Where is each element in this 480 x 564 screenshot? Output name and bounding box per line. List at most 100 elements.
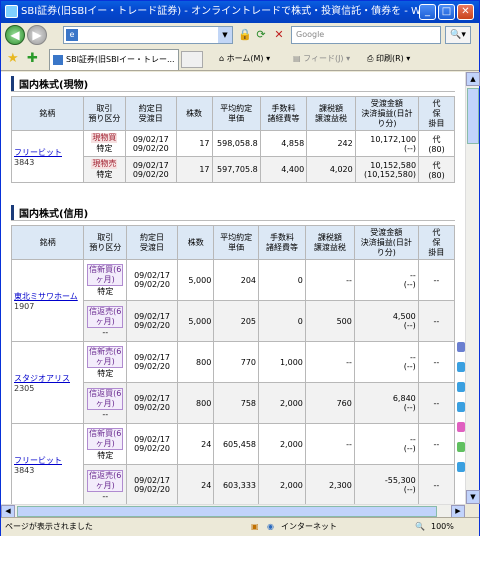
- search-input[interactable]: Google: [291, 26, 441, 44]
- account-type: 特定: [97, 286, 114, 296]
- avg-price: 603,333: [213, 464, 260, 504]
- column-header: 銘柄: [11, 96, 84, 131]
- trade-badge: 信新買(6 ヶ月): [87, 263, 124, 286]
- fee: 4,400: [259, 156, 308, 183]
- side-tab[interactable]: [457, 442, 465, 452]
- column-header: 代保掛目: [418, 96, 455, 131]
- feed-button[interactable]: ▤ フィード(J) ▾: [293, 51, 350, 67]
- stock-link[interactable]: フリービット: [14, 456, 62, 465]
- side-tab[interactable]: [457, 462, 465, 472]
- avg-price: 597,705.8: [211, 156, 261, 183]
- home-label: ホーム(M): [226, 54, 264, 63]
- trade-type: 信返売(6 ヶ月) --: [83, 300, 127, 342]
- avg-price: 204: [213, 259, 260, 301]
- scroll-thumb[interactable]: [467, 88, 479, 144]
- header-text: 決済損益(日計り分): [360, 237, 412, 257]
- header-text: 預り区分: [89, 242, 122, 252]
- divider: [11, 91, 455, 92]
- date: 09/02/17: [134, 476, 171, 485]
- trade-dates: 09/02/17 09/02/20: [124, 156, 177, 183]
- date: 09/02/17: [132, 160, 169, 170]
- trade-dates: 09/02/17 09/02/20: [125, 259, 179, 301]
- header-text: 銘柄: [39, 108, 56, 118]
- print-button[interactable]: ⎙ 印刷(R) ▾: [367, 51, 410, 67]
- page-content: 国内株式(現物) 銘柄 取引 預り区分 約定日 受渡日 株数 平均約定 単価 手数料 諸経費等 課税…: [1, 72, 465, 504]
- close-button[interactable]: ✕: [457, 4, 474, 20]
- margin-rate: --: [417, 300, 456, 342]
- side-tab[interactable]: [457, 362, 465, 372]
- side-tab[interactable]: [457, 422, 465, 432]
- date: 09/02/17: [134, 353, 171, 362]
- stock-code: 1907: [14, 301, 35, 311]
- search-button[interactable]: 🔍▾: [445, 26, 471, 44]
- home-button[interactable]: ⌂ ホーム(M) ▾: [219, 51, 270, 67]
- amount: (--): [403, 362, 416, 371]
- minimize-button[interactable]: _: [419, 4, 436, 20]
- header-text: 平均約定: [220, 103, 253, 113]
- title-bar: SBI証券(旧SBIイー・トレード証券) - オンライントレードで株式・投資信託…: [1, 1, 479, 23]
- stock-link[interactable]: フリービット: [14, 148, 62, 157]
- print-icon: ⎙: [367, 54, 376, 63]
- amount: --: [409, 271, 416, 280]
- account-type: 特定: [97, 368, 114, 378]
- zoom-level[interactable]: 100%: [431, 518, 454, 536]
- account-type: --: [102, 491, 109, 501]
- favorites-star-icon[interactable]: ★: [7, 51, 19, 67]
- collateral: 代 (80): [418, 130, 455, 157]
- quantity: 5,000: [177, 300, 215, 342]
- column-header: 平均約定 単価: [211, 96, 261, 131]
- stock-link[interactable]: 東北ミサワホーム: [14, 292, 78, 301]
- collateral-text: 代: [432, 134, 441, 144]
- tab-active[interactable]: SBI証券(旧SBIイー・トレー...: [49, 49, 179, 70]
- header-text: 手数料: [269, 232, 294, 242]
- vertical-scrollbar[interactable]: ▲ ▼: [465, 72, 480, 504]
- trade-dates: 09/02/17 09/02/20: [125, 341, 179, 383]
- side-tab[interactable]: [457, 382, 465, 392]
- account-type: 特定: [96, 144, 113, 153]
- tax: --: [304, 259, 355, 301]
- browser-icon: [5, 5, 18, 18]
- site-favicon-icon: [53, 55, 63, 65]
- side-tab[interactable]: [457, 342, 465, 352]
- column-header: 取引 預り区分: [83, 225, 127, 260]
- trade-type: 信新買(6 ヶ月) 特定: [83, 423, 127, 465]
- maximize-button[interactable]: □: [438, 4, 455, 20]
- trade-type: 信新売(6 ヶ月) 特定: [83, 341, 127, 383]
- header-text: 銘柄: [39, 237, 56, 247]
- amount: 10,172,100: [370, 134, 417, 144]
- zoom-icon[interactable]: 🔍: [415, 518, 425, 536]
- column-header: 課税額 譲渡益税: [306, 96, 356, 131]
- hscroll-thumb[interactable]: [17, 506, 437, 517]
- header-text: 取引: [97, 232, 114, 242]
- table-header-row: 銘柄 取引 預り区分 約定日 受渡日 株数 平均約定 単価 手数料 諸経費等 課税額 譲渡益税 受渡金額…: [10, 225, 456, 260]
- genbutsu-table: 銘柄 取引 預り区分 約定日 受渡日 株数 平均約定 単価 手数料 諸経費等 課税額 譲渡益税 受渡金額…: [11, 96, 455, 183]
- table-row: フリービット 3843 信新買(6 ヶ月) 特定 09/02/17 09/02/20 24 60…: [10, 423, 456, 504]
- account-type: 特定: [96, 170, 113, 179]
- table-row: 東北ミサワホーム 1907 信新買(6 ヶ月) 特定 09/02/17 09/02/20 5,…: [10, 259, 456, 342]
- amount: --: [409, 435, 416, 444]
- scroll-up-icon[interactable]: ▲: [466, 72, 480, 86]
- stock-link[interactable]: スタジオアリス: [14, 374, 70, 383]
- tax: 4,020: [306, 156, 356, 183]
- address-bar[interactable]: e ▼: [63, 26, 233, 44]
- new-tab-button[interactable]: [181, 51, 203, 68]
- horizontal-scrollbar[interactable]: ◀ ▶: [1, 504, 465, 518]
- back-button[interactable]: ◀: [5, 25, 25, 45]
- side-tab[interactable]: [457, 402, 465, 412]
- add-favorite-icon[interactable]: ✚: [27, 51, 38, 67]
- quantity: 24: [177, 423, 215, 465]
- collateral-text: (80): [428, 144, 445, 154]
- forward-button[interactable]: ▶: [27, 25, 47, 45]
- scroll-down-icon[interactable]: ▼: [466, 490, 480, 504]
- browser-window: SBI証券(旧SBIイー・トレード証券) - オンライントレードで株式・投資信託…: [0, 0, 480, 536]
- refresh-icon[interactable]: ⟳: [253, 27, 269, 43]
- settlement-amount: -- (--): [353, 423, 419, 465]
- column-header: 手数料 諸経費等: [258, 225, 306, 260]
- header-text: 代: [432, 98, 441, 108]
- stop-icon[interactable]: ✕: [271, 27, 287, 43]
- header-text: 取引: [96, 103, 113, 113]
- trade-badge: 信返買(6 ヶ月): [87, 387, 124, 410]
- table-row: スタジオアリス 2305 信新売(6 ヶ月) 特定 09/02/17 09/02/20 800…: [10, 341, 456, 424]
- address-dropdown-icon[interactable]: ▼: [218, 27, 232, 43]
- date: 09/02/20: [134, 321, 171, 330]
